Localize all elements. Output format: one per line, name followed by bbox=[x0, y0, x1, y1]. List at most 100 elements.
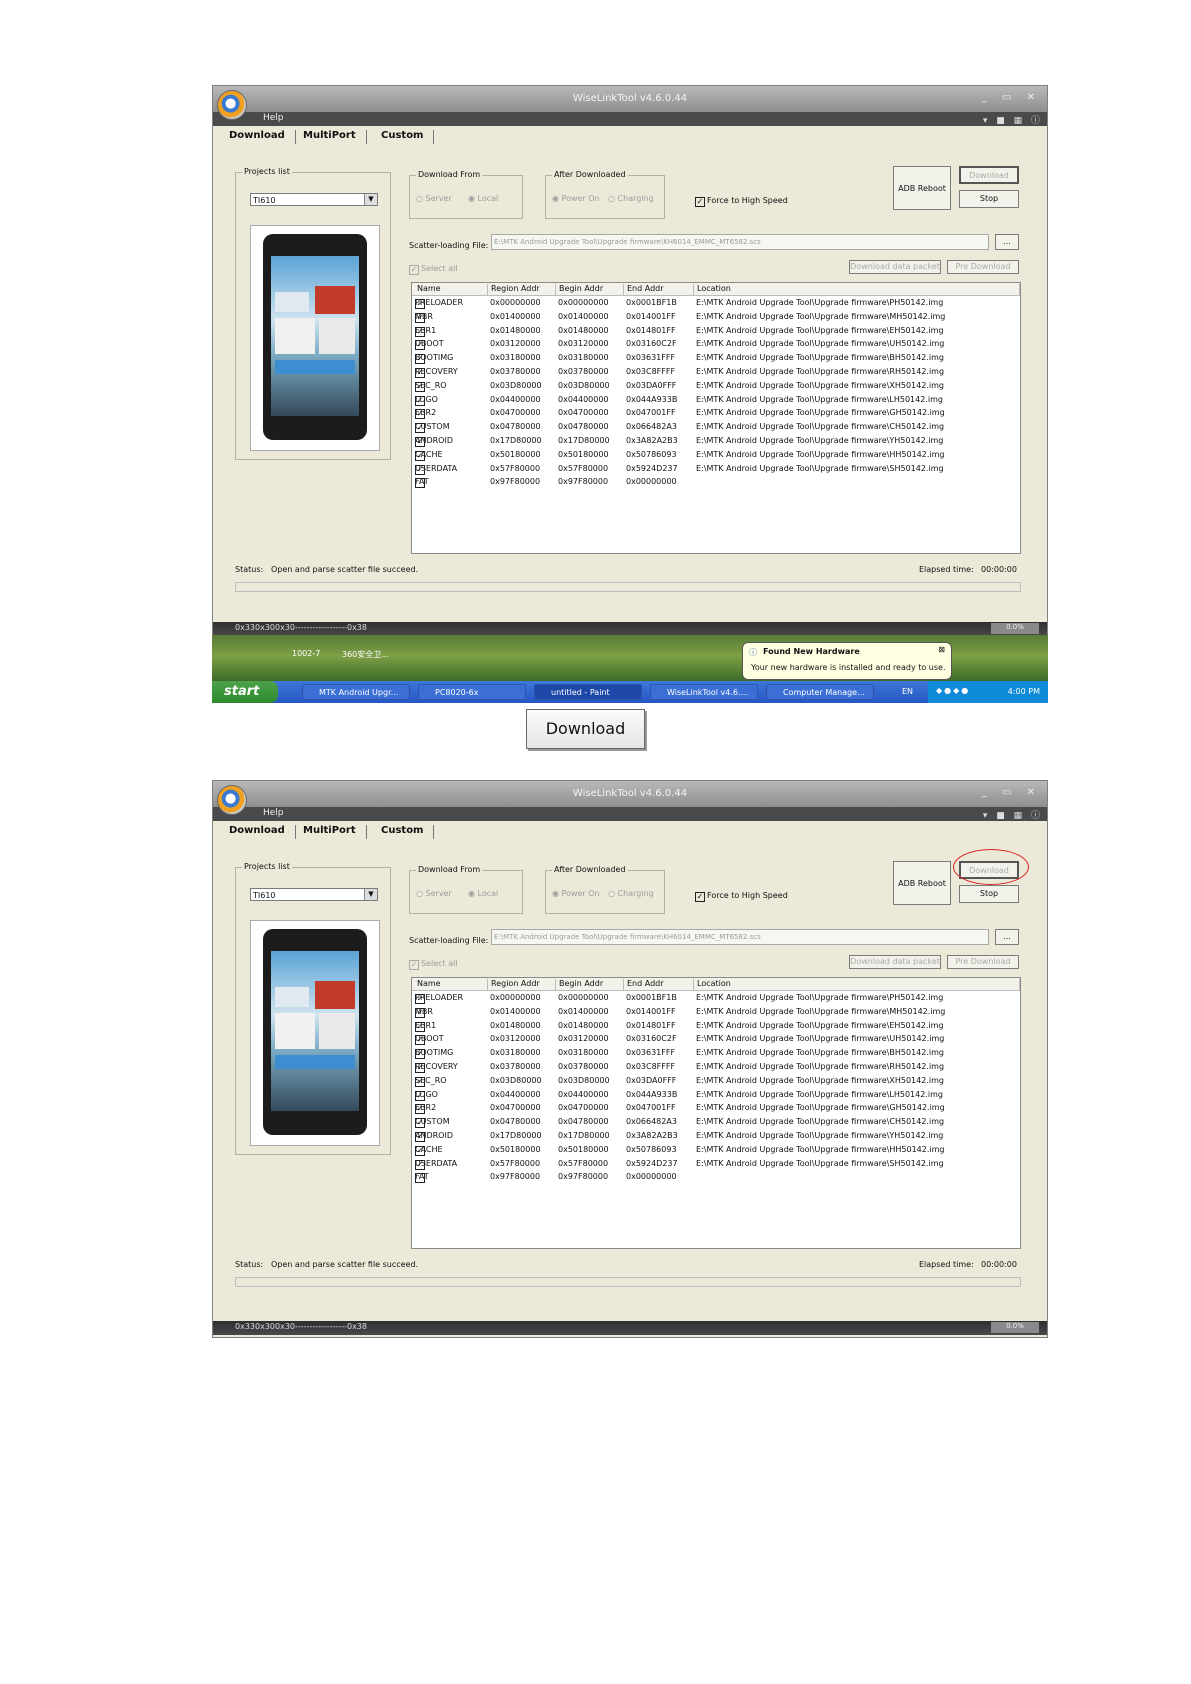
row-name-cell[interactable]: ✓ BOOTIMG bbox=[415, 1048, 453, 1060]
table-row[interactable]: ✓ ANDROID 0x17D80000 0x17D80000 0x3A82A2B3 E:… bbox=[412, 1130, 1020, 1143]
row-name-cell[interactable]: ✓ EBR1 bbox=[415, 326, 436, 337]
row-name-cell[interactable]: FAT bbox=[415, 1172, 429, 1184]
row-checkbox[interactable]: ✓ bbox=[415, 1049, 425, 1060]
scatter-path-field[interactable]: E:\MTK Android Upgrade Tool\Upgrade firm… bbox=[491, 929, 989, 945]
row-checkbox[interactable]: ✓ bbox=[415, 437, 425, 447]
select-all-checkbox[interactable]: ✓ Select all bbox=[409, 959, 458, 970]
chevron-down-icon[interactable]: ▼ bbox=[364, 194, 377, 205]
stop-button[interactable]: Stop bbox=[959, 885, 1019, 903]
radio-charging[interactable]: ○ Charging bbox=[608, 194, 654, 203]
radio-server[interactable]: ○ Server bbox=[416, 194, 452, 203]
row-checkbox[interactable]: ✓ bbox=[415, 1007, 425, 1018]
row-checkbox[interactable]: ✓ bbox=[415, 354, 425, 365]
task-computer-manage[interactable]: Computer Manage... bbox=[766, 684, 874, 700]
table-row[interactable]: ✓ RECOVERY 0x03780000 0x03780000 0x03C8FFFF E… bbox=[412, 366, 1020, 379]
row-name-cell[interactable]: ✓ UBOOT bbox=[415, 1034, 444, 1046]
desktop-icon-label-1[interactable]: 1002-7 bbox=[292, 649, 320, 658]
window-controls[interactable]: _ ▭ ✕ bbox=[982, 92, 1041, 103]
radio-local[interactable]: ◉ Local bbox=[468, 889, 498, 898]
toolbar-icons[interactable]: ▾ ■ ▦ ⓘ bbox=[983, 113, 1043, 126]
row-checkbox[interactable]: ✓ bbox=[415, 464, 425, 475]
tab-multiport[interactable]: MultiPort bbox=[293, 825, 367, 839]
row-checkbox[interactable]: ✓ bbox=[415, 381, 425, 392]
tab-custom[interactable]: Custom bbox=[371, 130, 435, 144]
row-name-cell[interactable]: ✓ EBR1 bbox=[415, 1021, 436, 1032]
column-header-name[interactable]: Name bbox=[414, 284, 488, 295]
close-icon[interactable]: ⊠ bbox=[938, 645, 945, 654]
row-checkbox[interactable]: ✓ bbox=[415, 340, 425, 351]
table-row[interactable]: FAT 0x97F80000 0x97F80000 0x00000000 bbox=[412, 476, 1020, 489]
column-header-region-addr[interactable]: Region Addr bbox=[488, 979, 556, 990]
table-row[interactable]: ✓ SEC_RO 0x03D80000 0x03D80000 0x03DA0FFF E:\… bbox=[412, 1075, 1020, 1088]
task-wiselinktool[interactable]: WiseLinkTool v4.6.... bbox=[650, 684, 758, 700]
download-data-packet-button[interactable]: Download data packet bbox=[849, 260, 941, 274]
radio-power-on[interactable]: ◉ Power On bbox=[552, 889, 600, 898]
column-header-name[interactable]: Name bbox=[414, 979, 488, 990]
project-select[interactable]: TI610 ▼ bbox=[250, 888, 378, 901]
row-name-cell[interactable]: ✓ RECOVERY bbox=[415, 1062, 458, 1073]
row-name-cell[interactable]: ✓ EBR2 bbox=[415, 408, 436, 420]
project-select[interactable]: TI610 ▼ bbox=[250, 193, 378, 206]
task-pc8020[interactable]: PC8020-6x bbox=[418, 684, 526, 700]
scatter-path-field[interactable]: E:\MTK Android Upgrade Tool\Upgrade firm… bbox=[491, 234, 989, 250]
row-name-cell[interactable]: ✓ PRELOADER bbox=[415, 993, 463, 1004]
row-name-cell[interactable]: ✓ MBR bbox=[415, 312, 433, 323]
row-name-cell[interactable]: ✓ MBR bbox=[415, 1007, 433, 1018]
row-checkbox[interactable]: ✓ bbox=[415, 1118, 425, 1129]
row-checkbox[interactable]: ✓ bbox=[415, 312, 425, 323]
table-row[interactable]: ✓ BOOTIMG 0x03180000 0x03180000 0x03631FFF E:… bbox=[412, 1047, 1020, 1060]
row-name-cell[interactable]: ✓ RECOVERY bbox=[415, 367, 458, 378]
table-row[interactable]: ✓ USERDATA 0x57F80000 0x57F80000 0x5924D237 E… bbox=[412, 463, 1020, 476]
row-checkbox[interactable]: ✓ bbox=[415, 450, 425, 461]
tab-download[interactable]: Download bbox=[219, 130, 296, 144]
row-checkbox[interactable]: ✓ bbox=[415, 1090, 425, 1101]
toolbar-icons[interactable]: ▾ ■ ▦ ⓘ bbox=[983, 808, 1043, 821]
row-name-cell[interactable]: ✓ CACHE bbox=[415, 1145, 443, 1156]
row-checkbox[interactable]: ✓ bbox=[415, 395, 425, 406]
table-row[interactable]: ✓ MBR 0x01400000 0x01400000 0x014001FF E:\MTK… bbox=[412, 1006, 1020, 1019]
table-row[interactable]: ✓ CACHE 0x50180000 0x50180000 0x50786093 E:\M… bbox=[412, 449, 1020, 462]
task-mtk-upgrade[interactable]: MTK Android Upgr... bbox=[302, 684, 410, 700]
table-row[interactable]: ✓ EBR1 0x01480000 0x01480000 0x014801FF E:\MT… bbox=[412, 1020, 1020, 1033]
row-checkbox[interactable] bbox=[415, 1173, 425, 1184]
row-checkbox[interactable]: ✓ bbox=[415, 1063, 425, 1073]
row-checkbox[interactable]: ✓ bbox=[415, 1132, 425, 1142]
force-high-speed-checkbox[interactable]: ✓ Force to High Speed bbox=[695, 891, 788, 902]
table-row[interactable]: ✓ UBOOT 0x03120000 0x03120000 0x03160C2F E:\M… bbox=[412, 1033, 1020, 1046]
start-button[interactable]: start bbox=[212, 681, 278, 703]
row-checkbox[interactable]: ✓ bbox=[415, 1021, 425, 1032]
row-checkbox[interactable]: ✓ bbox=[415, 299, 425, 309]
row-checkbox[interactable]: ✓ bbox=[415, 409, 425, 420]
table-row[interactable]: ✓ SEC_RO 0x03D80000 0x03D80000 0x03DA0FFF E:\… bbox=[412, 380, 1020, 393]
row-name-cell[interactable]: ✓ USERDATA bbox=[415, 464, 457, 475]
row-checkbox[interactable]: ✓ bbox=[415, 326, 425, 337]
row-name-cell[interactable]: ✓ LOGO bbox=[415, 395, 438, 406]
row-name-cell[interactable]: ✓ PRELOADER bbox=[415, 298, 463, 309]
row-name-cell[interactable]: ✓ LOGO bbox=[415, 1090, 438, 1101]
callout-download-button[interactable]: Download bbox=[526, 709, 645, 749]
adb-reboot-button[interactable]: ADB Reboot bbox=[893, 861, 951, 905]
select-all-checkbox[interactable]: ✓ Select all bbox=[409, 264, 458, 275]
row-name-cell[interactable]: ✓ SEC_RO bbox=[415, 1076, 447, 1087]
row-checkbox[interactable] bbox=[415, 478, 425, 489]
row-name-cell[interactable]: ✓ BOOTIMG bbox=[415, 353, 453, 365]
chevron-down-icon[interactable]: ▼ bbox=[364, 889, 377, 900]
row-checkbox[interactable]: ✓ bbox=[415, 1035, 425, 1046]
table-row[interactable]: FAT 0x97F80000 0x97F80000 0x00000000 bbox=[412, 1171, 1020, 1184]
task-paint[interactable]: untitled - Paint bbox=[534, 684, 642, 700]
column-header-begin-addr[interactable]: Begin Addr bbox=[556, 284, 624, 295]
table-row[interactable]: ✓ MBR 0x01400000 0x01400000 0x014001FF E:\MTK… bbox=[412, 311, 1020, 324]
table-row[interactable]: ✓ UBOOT 0x03120000 0x03120000 0x03160C2F E:\M… bbox=[412, 338, 1020, 351]
radio-server[interactable]: ○ Server bbox=[416, 889, 452, 898]
row-checkbox[interactable]: ✓ bbox=[415, 1159, 425, 1170]
table-row[interactable]: ✓ ANDROID 0x17D80000 0x17D80000 0x3A82A2B3 E:… bbox=[412, 435, 1020, 448]
row-name-cell[interactable]: ✓ SEC_RO bbox=[415, 381, 447, 392]
row-name-cell[interactable]: ✓ USERDATA bbox=[415, 1159, 457, 1170]
row-name-cell[interactable]: ✓ ANDROID bbox=[415, 1131, 453, 1142]
browse-button[interactable]: ... bbox=[995, 929, 1019, 945]
table-row[interactable]: ✓ BOOTIMG 0x03180000 0x03180000 0x03631FFF E:… bbox=[412, 352, 1020, 365]
window-controls[interactable]: _ ▭ ✕ bbox=[982, 787, 1041, 798]
column-header-begin-addr[interactable]: Begin Addr bbox=[556, 979, 624, 990]
table-row[interactable]: ✓ RECOVERY 0x03780000 0x03780000 0x03C8FFFF E… bbox=[412, 1061, 1020, 1074]
row-checkbox[interactable]: ✓ bbox=[415, 994, 425, 1004]
